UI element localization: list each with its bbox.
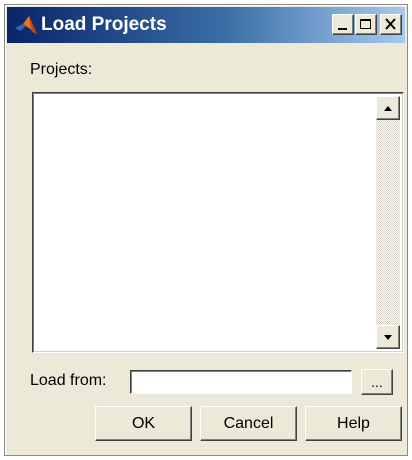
close-icon (385, 18, 396, 30)
scroll-up-button[interactable] (376, 96, 400, 120)
load-projects-dialog: Load Projects Projects: Load from: ... O… (4, 4, 408, 456)
arrow-up-icon (384, 106, 392, 111)
projects-label: Projects: (30, 61, 93, 78)
scroll-down-button[interactable] (376, 325, 400, 349)
close-button[interactable] (380, 14, 402, 35)
projects-list[interactable] (32, 92, 404, 353)
ok-button[interactable]: OK (95, 406, 192, 441)
browse-button[interactable]: ... (361, 369, 393, 395)
minimize-button[interactable] (332, 14, 354, 35)
matlab-logo-icon (15, 16, 37, 34)
load-from-label: Load from: (30, 372, 107, 389)
load-from-input[interactable] (130, 370, 352, 394)
cancel-button[interactable]: Cancel (200, 406, 297, 441)
window-title: Load Projects (41, 14, 167, 35)
help-button[interactable]: Help (305, 406, 402, 441)
projects-list-scrollbar[interactable] (376, 96, 400, 349)
maximize-icon (360, 19, 371, 29)
minimize-icon (338, 28, 347, 30)
arrow-down-icon (384, 335, 392, 340)
maximize-button[interactable] (355, 14, 377, 35)
title-bar[interactable]: Load Projects (7, 7, 405, 43)
